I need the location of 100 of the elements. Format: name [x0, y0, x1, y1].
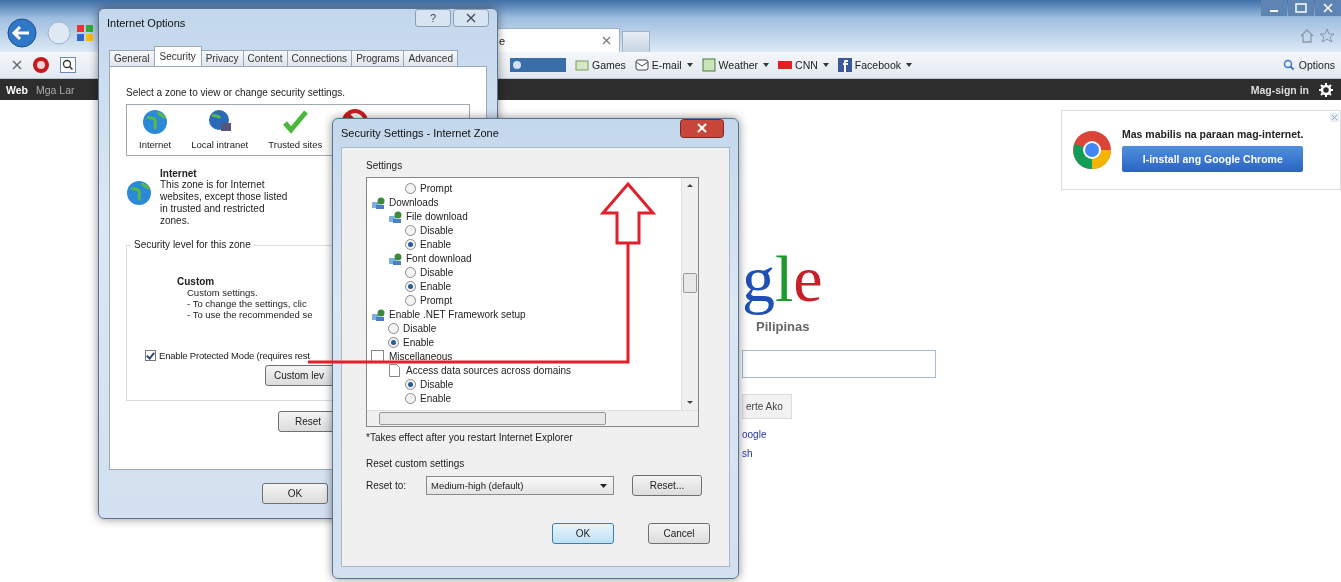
radio-button[interactable]: [405, 280, 416, 292]
instruction-text: Select a zone to view or change security settings.: [126, 87, 346, 98]
favorites-link[interactable]: CNN: [778, 58, 829, 72]
radio-button[interactable]: [405, 378, 416, 390]
option-label[interactable]: Prompt: [420, 294, 453, 306]
close-icon[interactable]: [453, 9, 489, 27]
page-icon: [388, 363, 402, 377]
games-icon: [575, 58, 589, 72]
tab[interactable]: Security: [153, 46, 202, 66]
horizontal-scrollbar[interactable]: [367, 410, 698, 426]
maximize-icon[interactable]: [1288, 0, 1314, 16]
settings-icon: [371, 195, 385, 209]
toolbar-logo-icon[interactable]: [32, 56, 50, 74]
options-button[interactable]: Options: [1282, 59, 1335, 71]
search-icon: [1282, 59, 1295, 71]
dropdown-arrow-icon: [600, 483, 607, 488]
setting-label: Miscellaneous: [389, 350, 453, 362]
option-label[interactable]: Disable: [420, 224, 454, 236]
favorites-link[interactable]: Games: [575, 58, 626, 72]
close-icon[interactable]: [680, 119, 724, 138]
setting-label: Enable .NET Framework setup: [389, 308, 526, 320]
tab[interactable]: Programs: [351, 50, 405, 66]
nav-link[interactable]: Mga Lar: [36, 83, 75, 96]
level-name: Custom: [177, 276, 215, 287]
stop-icon[interactable]: [12, 60, 22, 70]
blank-square-icon: [371, 349, 385, 363]
group-label: Security level for this zone: [131, 239, 254, 250]
search-icon[interactable]: [60, 57, 76, 73]
radio-button[interactable]: [405, 182, 416, 194]
cancel-button[interactable]: Cancel: [648, 523, 710, 544]
zone-label[interactable]: Local intranet: [191, 139, 249, 150]
section-label: Reset custom settings: [366, 458, 466, 469]
option-label[interactable]: Disable: [420, 378, 454, 390]
radio-button[interactable]: [388, 336, 399, 348]
page-link[interactable]: oogle: [742, 429, 767, 440]
radio-button[interactable]: [405, 238, 416, 250]
tab-title: e: [499, 34, 506, 47]
close-icon[interactable]: [602, 36, 611, 45]
ok-button[interactable]: OK: [552, 523, 614, 544]
chrome-logo-icon: [1072, 130, 1112, 170]
site-icon: [76, 24, 94, 42]
region-label: Pilipinas: [756, 319, 810, 334]
star-icon[interactable]: [1319, 28, 1335, 44]
vertical-scrollbar[interactable]: [681, 178, 698, 410]
level-text: - To change the settings, clic: [187, 298, 307, 309]
reset-level-dropdown[interactable]: Medium-high (default): [426, 476, 614, 495]
zone-description: This zone is for Internet websites, except those listed in trusted and restricted zones.: [160, 179, 289, 227]
close-icon[interactable]: [1315, 0, 1341, 16]
ok-button[interactable]: OK: [262, 483, 328, 504]
level-text: Custom settings.: [187, 287, 258, 298]
tab[interactable]: General: [109, 50, 155, 66]
home-icon[interactable]: [1299, 28, 1315, 44]
radio-button[interactable]: [405, 294, 416, 306]
search-field[interactable]: [742, 350, 936, 378]
reset-button[interactable]: Reset...: [632, 475, 702, 496]
nav-link[interactable]: Web: [6, 83, 28, 96]
sign-in-link[interactable]: Mag-sign in: [1250, 83, 1309, 96]
option-label[interactable]: Enable: [420, 392, 452, 404]
checkbox[interactable]: [145, 350, 156, 361]
help-button[interactable]: ?: [415, 9, 451, 27]
favorites-link[interactable]: E-mail: [634, 58, 693, 72]
mail-icon: [634, 58, 649, 72]
checkmark-icon[interactable]: [282, 109, 309, 135]
setting-label: File download: [406, 210, 468, 222]
zone-label[interactable]: Internet: [139, 139, 172, 150]
settings-icon[interactable]: [1319, 82, 1333, 97]
option-label[interactable]: Disable: [420, 266, 454, 278]
radio-button[interactable]: [405, 266, 416, 278]
install-button[interactable]: I-install ang Google Chrome: [1122, 146, 1304, 172]
level-text: - To use the recommended se: [187, 309, 313, 320]
settings-icon: [388, 209, 402, 223]
option-label[interactable]: Enable: [420, 280, 452, 292]
page-link[interactable]: sh: [742, 448, 753, 459]
option-label[interactable]: Prompt: [420, 182, 453, 194]
favorites-link[interactable]: Facebook: [837, 58, 912, 72]
news-icon: [778, 58, 793, 72]
tab[interactable]: Connections: [286, 50, 353, 66]
minimize-icon[interactable]: [1261, 0, 1287, 16]
globe-icon: [126, 180, 152, 206]
radio-button[interactable]: [405, 392, 416, 404]
radio-button[interactable]: [388, 322, 399, 334]
option-label[interactable]: Enable: [420, 238, 452, 250]
option-label[interactable]: Enable: [403, 336, 435, 348]
weather-icon: [701, 58, 716, 72]
tab[interactable]: Content: [242, 50, 288, 66]
promo-headline: Mas mabilis na paraan mag-internet.: [1122, 128, 1304, 140]
radio-button[interactable]: [405, 224, 416, 236]
footnote-text: *Takes effect after you restart Internet Explorer: [366, 432, 574, 443]
window-title: Internet Options: [107, 17, 186, 29]
settings-icon: [388, 251, 402, 265]
option-label[interactable]: Disable: [403, 322, 437, 334]
tab[interactable]: Privacy: [200, 50, 244, 66]
logo-text: gle: [742, 241, 823, 317]
search-button[interactable]: erte Ako: [742, 394, 792, 419]
zone-label[interactable]: Trusted sites: [268, 139, 323, 150]
favorites-link[interactable]: Weather: [701, 58, 770, 72]
setting-label: Font download: [406, 252, 472, 264]
setting-label: Access data sources across domains: [406, 364, 572, 376]
globe-icon[interactable]: [142, 109, 169, 135]
tab[interactable]: Advanced: [403, 50, 458, 66]
